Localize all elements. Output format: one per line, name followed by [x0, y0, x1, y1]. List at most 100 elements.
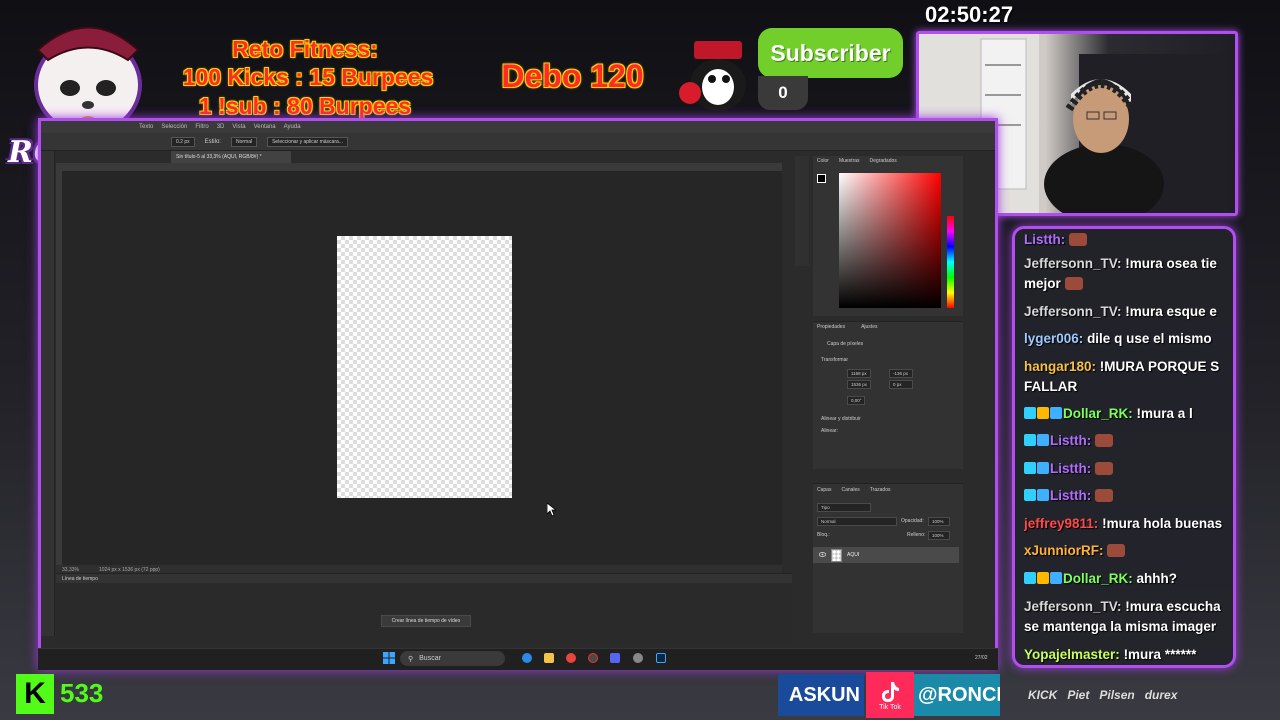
badge-icon	[1024, 489, 1036, 501]
subscriber-goal-label: Subscriber	[758, 28, 903, 78]
emote-icon	[1095, 489, 1114, 502]
emote-icon	[1107, 544, 1126, 557]
menu-bar: Texto Selección Filtro 3D Vista Ventana …	[41, 121, 995, 133]
ruler-horizontal	[56, 163, 782, 171]
hue-slider[interactable]	[947, 216, 954, 308]
challenge-title: Reto Fitness:	[232, 36, 378, 62]
chat-message: xJunniorRF:	[1024, 541, 1230, 561]
y-position-field[interactable]: 0 px	[889, 380, 913, 389]
transparent-document[interactable]	[337, 236, 512, 498]
layer-filter-select[interactable]: Tipo	[817, 503, 871, 512]
sub-badge-icon	[1037, 462, 1049, 474]
emote-icon	[1064, 277, 1083, 290]
sub-badge-icon	[1050, 407, 1062, 419]
tiktok-logo-icon	[882, 681, 899, 702]
taskbar-search[interactable]: ⚲ Buscar	[400, 651, 505, 666]
tab-propiedades[interactable]: Propiedades	[817, 324, 845, 330]
chat-text: !mura esque e	[1125, 304, 1217, 319]
pixel-layer-label: Capa de píxeles	[827, 341, 864, 347]
x-position-field[interactable]: -136 px	[889, 369, 913, 378]
style-label: Estilo:	[204, 138, 221, 145]
opacity-field[interactable]: 100%	[928, 517, 950, 526]
align-label: Alinear:	[821, 428, 838, 434]
chat-message: Listth:	[1024, 230, 1230, 250]
kick-logo-icon: K	[16, 674, 54, 714]
menu-ventana[interactable]: Ventana	[254, 124, 276, 130]
fill-field[interactable]: 100%	[928, 531, 950, 540]
menu-texto[interactable]: Texto	[139, 124, 153, 130]
document-tab[interactable]: Sin título-5 al 33,3% (AQUI, RGB/8#) *	[171, 151, 291, 163]
tab-color[interactable]: Color	[817, 158, 829, 164]
sponsor-pilsen: Pilsen	[1099, 688, 1135, 702]
challenge-subs: 1 !sub : 80 Burpees	[198, 93, 412, 119]
sub-badge-icon	[1037, 489, 1049, 501]
timeline-panel	[56, 583, 792, 643]
file-explorer-icon[interactable]	[544, 653, 554, 663]
chat-message: jeffrey9811: !mura hola buenas	[1024, 514, 1230, 534]
eye-icon[interactable]	[818, 551, 827, 559]
menu-ayuda[interactable]: Ayuda	[284, 124, 301, 130]
taskbar-date[interactable]: 27/02	[975, 655, 988, 661]
create-video-timeline-button[interactable]: Crear línea de tiempo de vídeo	[381, 615, 471, 627]
foreground-color-swatch[interactable]	[817, 174, 826, 183]
blend-mode-select[interactable]: Normal	[817, 517, 897, 526]
chat-username: Listth:	[1050, 433, 1092, 448]
align-section[interactable]: Alinear y distribuir	[821, 416, 861, 422]
chat-username: Listth:	[1050, 461, 1092, 476]
lock-label: Bloq.:	[817, 532, 830, 538]
layer-row[interactable]: AQUI	[813, 547, 959, 563]
tab-degradados[interactable]: Degradados	[870, 158, 897, 164]
tiktok-label: Tik Tok	[879, 703, 901, 711]
settings-icon[interactable]	[633, 653, 643, 663]
chat-username: Dollar_RK:	[1063, 406, 1133, 421]
color-picker-field[interactable]	[839, 173, 941, 308]
chat-message: hangar180: !MURA PORQUE S FALLAR	[1024, 357, 1230, 397]
subscriber-count: 0	[758, 76, 808, 110]
emote-icon	[1069, 233, 1088, 246]
feather-size-field[interactable]: 0.2 px	[171, 136, 195, 147]
height-field[interactable]: 1536 px	[847, 380, 871, 389]
badge-icon	[1024, 572, 1036, 584]
properties-tabs: Propiedades Ajustes	[817, 324, 877, 330]
burpees-owed: Debo 120	[501, 58, 644, 94]
edge-icon[interactable]	[522, 653, 532, 663]
photoshop-icon[interactable]	[656, 653, 666, 663]
crown-icon	[1037, 407, 1049, 419]
chat-username: lyger006:	[1024, 331, 1084, 346]
chat-username: Listth:	[1024, 232, 1066, 247]
tab-ajustes[interactable]: Ajustes	[861, 324, 877, 330]
panel-icon-strip[interactable]	[795, 156, 809, 266]
sponsor-logos: KICK Piet Pilsen durex	[1028, 688, 1177, 702]
tab-canales[interactable]: Canales	[841, 487, 859, 493]
tools-panel[interactable]	[41, 151, 55, 636]
chat-text: !mura a l	[1136, 406, 1193, 421]
menu-seleccion[interactable]: Selección	[161, 124, 187, 130]
search-icon: ⚲	[408, 655, 414, 663]
tab-capas[interactable]: Capas	[817, 487, 831, 493]
obs-icon[interactable]	[588, 653, 598, 663]
chat-message: Yopajelmaster: !mura ******	[1024, 645, 1230, 665]
width-field[interactable]: 1168 px	[847, 369, 871, 378]
chat-username: Yopajelmaster:	[1024, 647, 1120, 662]
chat-username: Jeffersonn_TV:	[1024, 256, 1122, 271]
chat-username: hangar180:	[1024, 359, 1097, 374]
tab-trazados[interactable]: Trazados	[870, 487, 891, 493]
viewer-count: 533	[60, 678, 104, 708]
transform-section[interactable]: Transformar	[821, 357, 848, 363]
sub-badge-icon	[1050, 572, 1062, 584]
style-select[interactable]: Normal	[230, 136, 258, 147]
chat-username: xJunniorRF:	[1024, 543, 1104, 558]
menu-vista[interactable]: Vista	[232, 124, 245, 130]
angle-field[interactable]: 0,00°	[847, 396, 865, 405]
windows-start-icon[interactable]	[383, 652, 395, 664]
select-mask-button[interactable]: Seleccionar y aplicar máscara...	[267, 136, 348, 147]
chat-message: Listth:	[1024, 486, 1230, 506]
menu-3d[interactable]: 3D	[217, 124, 225, 130]
tab-muestras[interactable]: Muestras	[839, 158, 860, 164]
chrome-icon[interactable]	[566, 653, 576, 663]
discord-icon[interactable]	[610, 653, 620, 663]
badge-icon	[1024, 434, 1036, 446]
chat-message: Jeffersonn_TV: !mura escucha se mantenga…	[1024, 597, 1230, 637]
menu-filtro[interactable]: Filtro	[195, 124, 208, 130]
search-placeholder: Buscar	[419, 655, 441, 662]
